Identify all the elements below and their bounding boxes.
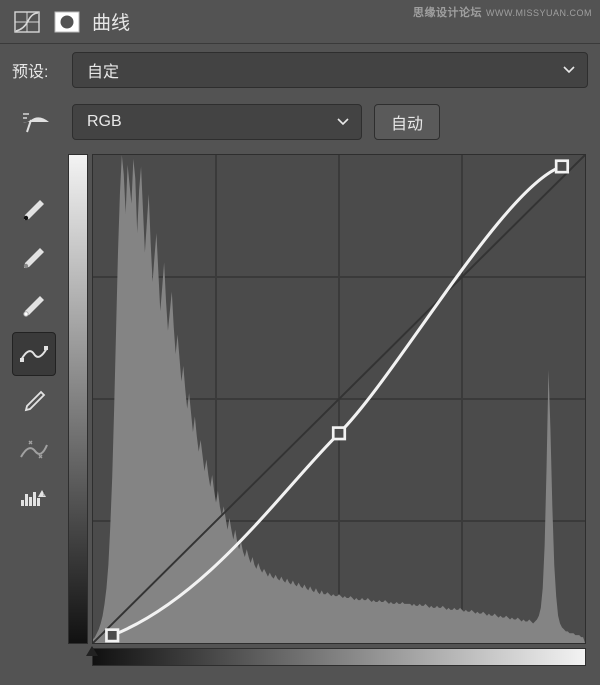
panel-title: 曲线 — [92, 8, 130, 35]
output-gradient — [68, 154, 88, 644]
watermark: 思缘设计论坛WWW.MISSYUAN.COM — [413, 4, 592, 20]
pencil-tool-icon[interactable] — [12, 380, 56, 424]
tool-column: ! — [4, 148, 64, 672]
curve-control-point[interactable] — [556, 161, 568, 172]
svg-text:!: ! — [43, 491, 45, 498]
channel-row: RGB 自动 — [0, 96, 600, 148]
channel-select[interactable]: RGB — [72, 104, 362, 140]
histogram-clip-icon[interactable]: ! — [12, 476, 56, 520]
curves-adjustment-icon — [12, 9, 42, 35]
chevron-down-icon — [563, 61, 575, 79]
smooth-curve-icon[interactable] — [12, 428, 56, 472]
curve-control-point[interactable] — [333, 428, 345, 439]
auto-button[interactable]: 自动 — [374, 104, 440, 140]
workspace: ! — [0, 148, 600, 672]
eyedropper-gray-icon[interactable] — [12, 236, 56, 280]
preset-row: 预设: 自定 — [0, 44, 600, 96]
preset-select[interactable]: 自定 — [72, 52, 588, 88]
curves-plot[interactable] — [92, 154, 586, 644]
auto-button-label: 自动 — [391, 110, 423, 134]
graph-area — [64, 148, 596, 672]
target-adjust-icon[interactable] — [12, 110, 60, 134]
chevron-down-icon — [337, 113, 349, 131]
black-point-slider[interactable] — [86, 646, 98, 656]
preset-value: 自定 — [87, 58, 119, 82]
mask-icon — [52, 9, 82, 35]
channel-value: RGB — [87, 113, 122, 131]
curve-control-point[interactable] — [106, 630, 118, 641]
curve-point-tool-icon[interactable] — [12, 332, 56, 376]
eyedropper-black-icon[interactable] — [12, 188, 56, 232]
preset-label: 预设: — [12, 58, 60, 82]
input-gradient — [92, 648, 586, 666]
eyedropper-white-icon[interactable] — [12, 284, 56, 328]
